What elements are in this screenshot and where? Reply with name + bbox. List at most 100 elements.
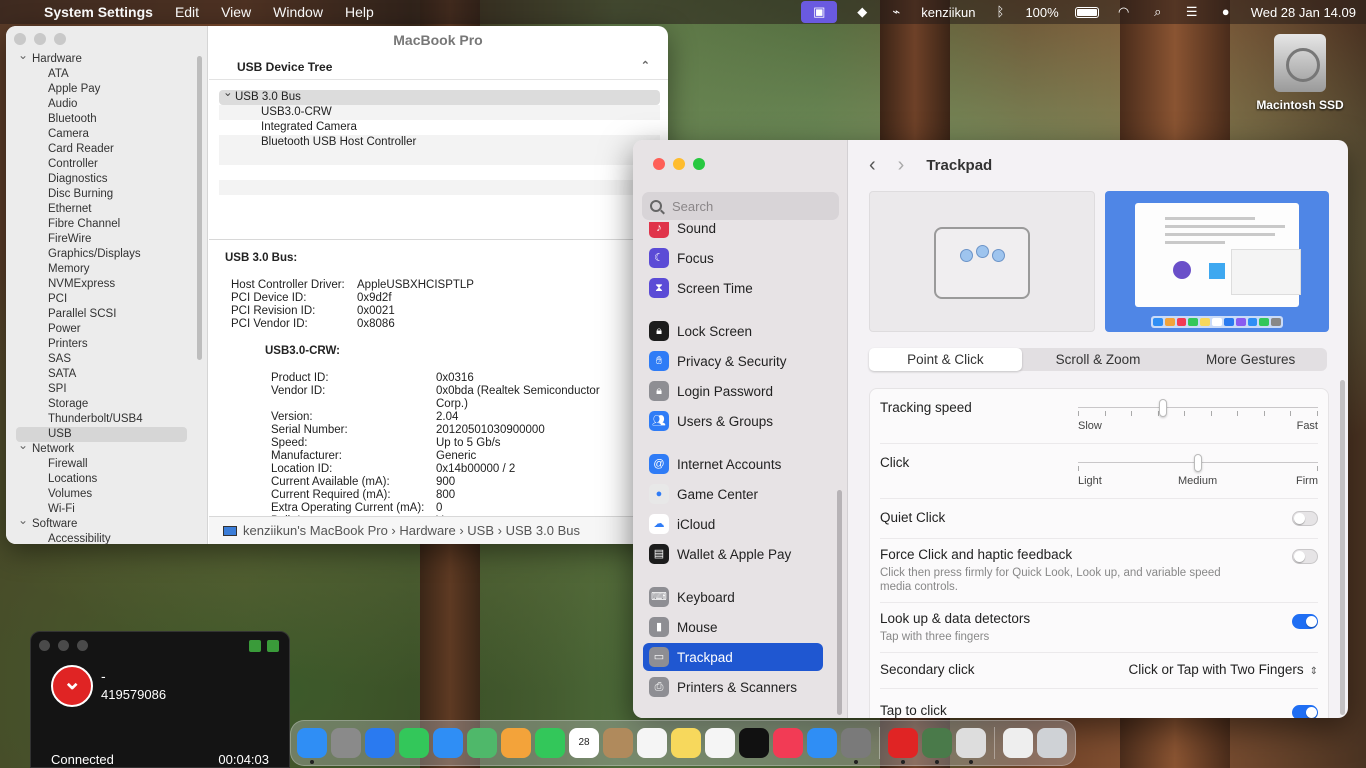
sidebar-group[interactable]: Network	[6, 438, 207, 457]
sidebar-item[interactable]: Controller	[6, 157, 207, 172]
content-scrollbar[interactable]	[1340, 380, 1345, 715]
sidebar-item[interactable]: USB	[16, 427, 187, 442]
sidebar-item-privacy-security[interactable]: ✋︎ Privacy & Security	[643, 347, 823, 375]
menu-view[interactable]: View	[221, 4, 251, 20]
sidebar-item[interactable]: Ethernet	[6, 202, 207, 217]
music-icon[interactable]	[773, 728, 803, 758]
secondary-click-select[interactable]: Click or Tap with Two Fingers ⇕	[1129, 662, 1318, 677]
sidebar-item[interactable]: Card Reader	[6, 142, 207, 157]
sidebar-item-icloud[interactable]: ☁ iCloud	[643, 510, 823, 538]
sysinfo-sidebar-scrollbar[interactable]	[197, 56, 202, 360]
sidebar-item-screen-time[interactable]: ⧗ Screen Time	[643, 274, 823, 302]
sidebar-item[interactable]: Disc Burning	[6, 187, 207, 202]
sidebar-item[interactable]: PCI	[6, 292, 207, 307]
sidebar-item[interactable]: FireWire	[6, 232, 207, 247]
sidebar-item[interactable]: SPI	[6, 382, 207, 397]
maps-icon[interactable]	[467, 728, 497, 758]
sidebar-item[interactable]: SAS	[6, 352, 207, 367]
usb-device-row[interactable]: Bluetooth USB Host Controller	[219, 135, 660, 150]
sidebar-item[interactable]: Apple Pay	[6, 82, 207, 97]
sidebar-item[interactable]: Printers	[6, 337, 207, 352]
close-button[interactable]	[39, 640, 50, 651]
quiet-click-toggle[interactable]	[1292, 511, 1318, 526]
battery-percentage[interactable]: 100%	[1025, 5, 1058, 20]
settings-sidebar-scrollbar[interactable]	[837, 490, 842, 715]
slider-knob[interactable]	[1194, 454, 1202, 472]
menu-app-name[interactable]: System Settings	[44, 4, 153, 20]
sidebar-item[interactable]: Audio	[6, 97, 207, 112]
minimize-button[interactable]	[673, 158, 685, 170]
sidebar-item[interactable]: Storage	[6, 397, 207, 412]
sidebar-item[interactable]: Locations	[6, 472, 207, 487]
chevron-up-icon[interactable]: ⌃	[641, 59, 650, 72]
system-settings-icon[interactable]	[841, 728, 871, 764]
control-center-icon[interactable]: ☰	[1183, 5, 1201, 19]
usb-device-row[interactable]: USB3.0-CRW	[219, 105, 660, 120]
back-arrow-icon[interactable]: ‹	[869, 154, 876, 177]
minimize-button[interactable]	[58, 640, 69, 651]
sidebar-item[interactable]: Firewall	[6, 457, 207, 472]
sidebar-item[interactable]: Accessibility	[6, 532, 207, 544]
sidebar-item-login-password[interactable]: 🔒︎ Login Password	[643, 377, 823, 405]
menu-edit[interactable]: Edit	[175, 4, 199, 20]
sidebar-item[interactable]: SATA	[6, 367, 207, 382]
sidebar-item[interactable]: Volumes	[6, 487, 207, 502]
sidebar-item[interactable]: Power	[6, 322, 207, 337]
sidebar-item-trackpad[interactable]: ▭ Trackpad	[643, 643, 823, 671]
close-button[interactable]	[14, 33, 26, 45]
sidebar-item-focus[interactable]: ☾ Focus	[643, 244, 823, 272]
messages-icon[interactable]	[399, 728, 429, 758]
lookup-toggle[interactable]	[1292, 614, 1318, 629]
close-button[interactable]	[653, 158, 665, 170]
calendar-icon[interactable]: 28	[569, 728, 599, 758]
sidebar-item-sound[interactable]: ♪ Sound	[643, 222, 823, 242]
activity-monitor-icon[interactable]: ⌁	[887, 5, 905, 19]
sidebar-item[interactable]: Bluetooth	[6, 112, 207, 127]
sidebar-item-internet-accounts[interactable]: @ Internet Accounts	[643, 450, 823, 478]
sidebar-item-users-groups[interactable]: 👥︎ Users & Groups	[643, 407, 823, 435]
sidebar-item-mouse[interactable]: ▮ Mouse	[643, 613, 823, 641]
anydesk-status-icon[interactable]: ◆	[853, 5, 871, 19]
tv-icon[interactable]	[739, 728, 769, 758]
sidebar-item[interactable]: Memory	[6, 262, 207, 277]
usb-bus-row[interactable]: USB 3.0 Bus	[219, 86, 660, 105]
tab-point-click[interactable]: Point & Click	[869, 348, 1022, 371]
sidebar-item[interactable]: Parallel SCSI	[6, 307, 207, 322]
menu-clock[interactable]: Wed 28 Jan 14.09	[1251, 5, 1356, 20]
screen-share-icon[interactable]: ▣	[801, 1, 838, 23]
sidebar-item[interactable]: Thunderbolt/USB4	[6, 412, 207, 427]
photos-icon[interactable]	[501, 728, 531, 758]
zoom-button[interactable]	[77, 640, 88, 651]
launchpad-icon[interactable]	[331, 728, 361, 758]
utility-icon[interactable]	[956, 728, 986, 764]
sidebar-item-wallet-apple-pay[interactable]: ▤ Wallet & Apple Pay	[643, 540, 823, 568]
tap-to-click-toggle[interactable]	[1292, 705, 1318, 718]
search-field[interactable]: Search	[642, 192, 839, 220]
sidebar-item[interactable]: ATA	[6, 67, 207, 82]
menu-help[interactable]: Help	[345, 4, 374, 20]
finder-icon[interactable]	[297, 728, 327, 764]
system-information-icon[interactable]	[922, 728, 952, 764]
notes-icon[interactable]	[671, 728, 701, 758]
desktop-disk-item[interactable]: Macintosh SSD	[1250, 34, 1350, 112]
sidebar-item[interactable]: Wi-Fi	[6, 502, 207, 517]
trash-icon[interactable]	[1037, 728, 1067, 758]
safari-icon[interactable]	[365, 728, 395, 758]
sidebar-group[interactable]: Hardware	[6, 48, 207, 67]
sidebar-group[interactable]: Software	[6, 513, 207, 532]
pane-divider[interactable]	[209, 212, 668, 240]
battery-icon[interactable]	[1074, 6, 1099, 18]
zoom-button[interactable]	[693, 158, 705, 170]
facetime-icon[interactable]	[535, 728, 565, 758]
sidebar-item[interactable]: Camera	[6, 127, 207, 142]
menu-window[interactable]: Window	[273, 4, 323, 20]
documents-icon[interactable]	[1003, 728, 1033, 758]
sidebar-item-keyboard[interactable]: ⌨ Keyboard	[643, 583, 823, 611]
path-text[interactable]: kenziikun's MacBook Pro › Hardware › USB…	[243, 523, 580, 538]
sidebar-item-printers-scanners[interactable]: ⎙ Printers & Scanners	[643, 673, 823, 701]
chat-icon[interactable]	[267, 640, 279, 652]
forward-arrow-icon[interactable]: ›	[898, 154, 905, 177]
freeform-icon[interactable]	[705, 728, 735, 758]
sidebar-item[interactable]: Graphics/Displays	[6, 247, 207, 262]
siri-icon[interactable]: ●	[1217, 5, 1235, 19]
